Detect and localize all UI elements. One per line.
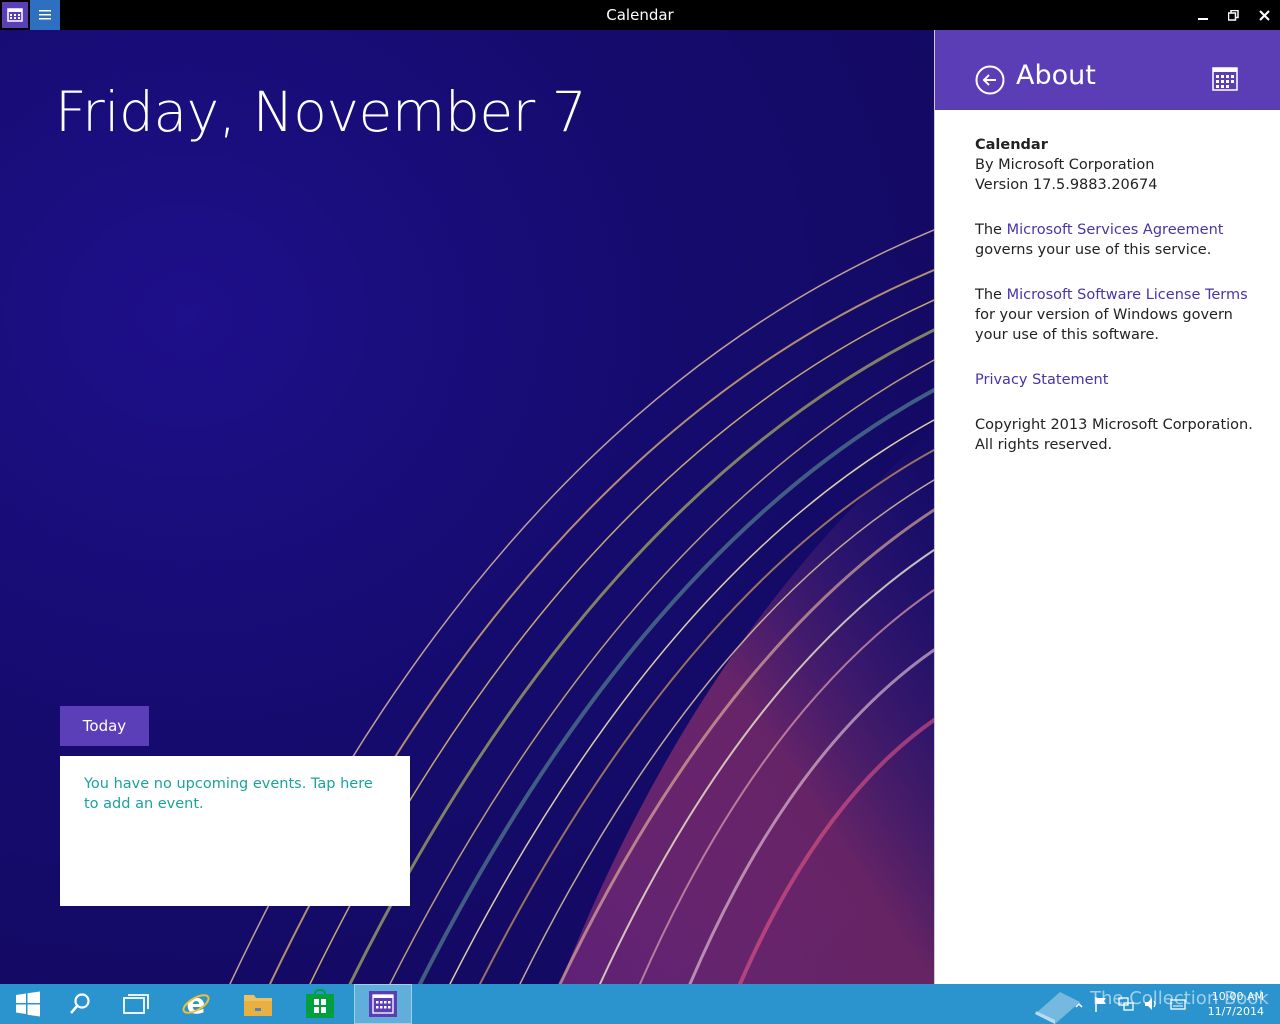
about-header: About — [935, 30, 1280, 110]
back-arrow-icon[interactable] — [975, 65, 1005, 95]
restore-button[interactable] — [1218, 0, 1249, 30]
license-suffix: for your version of Windows govern your … — [975, 307, 1233, 343]
flag-icon[interactable] — [1094, 996, 1108, 1012]
title-bar: Calendar — [0, 0, 1280, 30]
app-name: Calendar — [975, 137, 1048, 153]
clock-date: 11/7/2014 — [1207, 1005, 1264, 1018]
window-title: Calendar — [606, 6, 674, 24]
task-view-icon — [123, 994, 149, 1014]
upcoming-events-panel[interactable]: You have no upcoming events. Tap here to… — [60, 756, 410, 906]
today-button[interactable]: Today — [60, 706, 149, 746]
internet-explorer-button[interactable]: e — [168, 984, 224, 1024]
license-terms-link[interactable]: Microsoft Software License Terms — [1007, 287, 1248, 303]
hamburger-menu-icon[interactable] — [30, 0, 60, 30]
calendar-icon — [1211, 65, 1239, 93]
calendar-app-icon[interactable] — [2, 2, 28, 28]
no-events-message[interactable]: You have no upcoming events. Tap here to… — [84, 774, 384, 814]
volume-icon[interactable] — [1144, 996, 1160, 1012]
svg-text:e: e — [187, 989, 206, 1019]
search-icon — [70, 993, 90, 1014]
taskbar: e The Collection Book 10:00 AM 11/7/2014 — [0, 984, 1280, 1024]
network-icon[interactable] — [1118, 996, 1134, 1012]
store-button[interactable] — [292, 984, 348, 1024]
version: Version 17.5.9883.20674 — [975, 177, 1158, 193]
task-view-button[interactable] — [108, 984, 164, 1024]
system-clock[interactable]: 10:00 AM 11/7/2014 — [1194, 989, 1264, 1019]
calendar-icon — [369, 991, 397, 1017]
privacy-statement-link[interactable]: Privacy Statement — [975, 372, 1108, 388]
clock-time: 10:00 AM — [1211, 990, 1264, 1003]
about-title: About — [1016, 60, 1096, 91]
msa-suffix: governs your use of this service. — [975, 242, 1212, 258]
close-button[interactable] — [1249, 0, 1280, 30]
publisher: By Microsoft Corporation — [975, 157, 1155, 173]
license-prefix: The — [975, 287, 1007, 303]
search-button[interactable] — [52, 984, 108, 1024]
windows-logo-icon — [16, 991, 40, 1017]
minimize-button[interactable] — [1187, 0, 1218, 30]
copyright-line-1: Copyright 2013 Microsoft Corporation. — [975, 417, 1253, 433]
store-icon — [306, 989, 334, 1018]
date-heading: Friday, November 7 — [55, 80, 587, 144]
calendar-taskbar-button[interactable] — [354, 984, 412, 1024]
services-agreement-link[interactable]: Microsoft Services Agreement — [1007, 222, 1224, 238]
file-explorer-button[interactable] — [230, 984, 286, 1024]
chevron-up-icon[interactable] — [1074, 996, 1084, 1012]
keyboard-icon[interactable] — [1170, 996, 1186, 1012]
about-content: Calendar By Microsoft Corporation Versio… — [975, 135, 1265, 480]
folder-icon — [244, 995, 272, 1016]
start-button[interactable] — [0, 984, 56, 1024]
internet-explorer-icon: e — [182, 989, 210, 1019]
copyright-line-2: All rights reserved. — [975, 437, 1113, 453]
day-view: Friday, November 7 Today You have no upc… — [0, 30, 934, 984]
msa-prefix: The — [975, 222, 1007, 238]
about-flyout: About Calendar By Microsoft Corporation … — [934, 30, 1280, 984]
